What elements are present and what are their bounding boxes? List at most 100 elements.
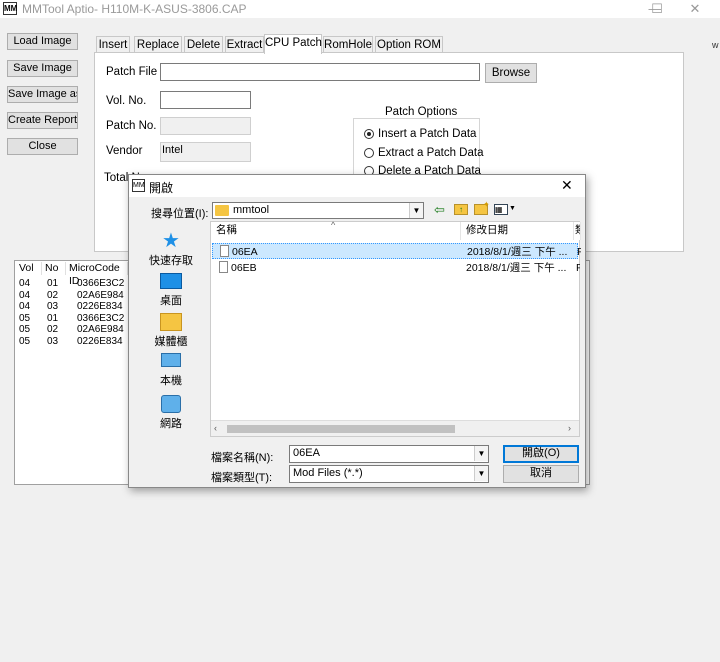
microcode-id-cell: 0366E3C2 — [77, 312, 125, 324]
browse-button[interactable]: Browse — [485, 63, 537, 83]
dialog-close-icon[interactable]: ✕ — [561, 177, 573, 194]
vol-cell: 04 — [19, 278, 31, 289]
patch-no-input — [160, 117, 251, 135]
maximize-button[interactable]: ☐ — [642, 0, 672, 18]
tab-option-rom[interactable]: Option ROM — [375, 36, 443, 53]
file-type: F — [576, 262, 580, 274]
close-window-button[interactable]: ✕ — [680, 0, 710, 18]
place-libraries-label: 媒體櫃 — [154, 336, 188, 348]
create-report-button[interactable]: Create Report — [7, 112, 78, 129]
tab-insert[interactable]: Insert — [96, 36, 130, 53]
col-microcode-header[interactable]: MicroCode ID — [66, 262, 128, 287]
no-cell: 01 — [47, 312, 59, 324]
col-name-header[interactable]: 名稱 — [211, 222, 461, 240]
col-no-header[interactable]: No — [42, 262, 66, 275]
file-icon — [219, 261, 228, 273]
title-bar: MM MMTool Aptio- H110M-K-ASUS-3806.CAP — — [0, 0, 720, 18]
vol-cell: 04 — [19, 301, 31, 313]
dialog-app-icon: MM — [132, 179, 145, 192]
no-cell: 03 — [47, 336, 59, 347]
desktop-icon — [160, 273, 182, 289]
insert-patch-radio[interactable] — [364, 129, 374, 139]
back-arrow-icon[interactable]: ⇦ — [434, 202, 445, 218]
file-row-06eb[interactable]: 06EB 2018/8/1/週三 下午 ... F — [212, 260, 580, 276]
tab-romhole[interactable]: RomHole — [323, 36, 373, 53]
patch-options-title: Patch Options — [382, 106, 461, 118]
filetype-select[interactable]: Mod Files (*.*) — [289, 465, 489, 483]
microcode-id-cell: 0226E834 — [77, 301, 123, 313]
place-desktop[interactable]: 桌面 — [135, 273, 207, 308]
tab-delete[interactable]: Delete — [184, 36, 223, 53]
dialog-title: 開啟 — [149, 181, 174, 195]
filetype-label: 檔案類型(T): — [211, 472, 273, 484]
vendor-label: Vendor — [106, 145, 143, 157]
filename-input[interactable]: 06EA — [289, 445, 489, 463]
folder-icon — [215, 205, 229, 216]
col-date-header[interactable]: 修改日期 — [461, 222, 574, 240]
star-icon: ★ — [162, 230, 180, 252]
dialog-title-bar: MM 開啟 ✕ — [129, 175, 585, 197]
file-name: 06EA — [232, 246, 258, 258]
background-window-edge: w — [712, 40, 719, 50]
scroll-thumb[interactable] — [227, 425, 455, 433]
cancel-button[interactable]: 取消 — [503, 465, 579, 483]
close-button[interactable]: Close — [7, 138, 78, 155]
save-image-button[interactable]: Save Image — [7, 60, 78, 77]
horizontal-scrollbar[interactable]: ‹ › — [211, 420, 579, 436]
vendor-value: Intel — [160, 142, 251, 162]
no-cell: 02 — [47, 324, 59, 336]
lookin-combo[interactable]: mmtool — [212, 202, 424, 219]
file-list[interactable]: 名稱 ^ 修改日期 類 06EA 2018/8/1/週三 下午 ... F 06… — [210, 220, 581, 437]
place-libraries[interactable]: 媒體櫃 — [135, 313, 207, 349]
place-this-pc[interactable]: 本機 — [135, 353, 207, 388]
file-row-06ea[interactable]: 06EA 2018/8/1/週三 下午 ... F — [212, 243, 581, 259]
place-quick-access[interactable]: ★ 快速存取 — [135, 230, 207, 268]
microcode-id-cell: 0366E3C2 — [77, 278, 125, 289]
patch-file-input[interactable] — [160, 63, 480, 81]
col-vol-header[interactable]: Vol — [16, 262, 42, 275]
network-icon — [161, 395, 181, 413]
patch-file-label: Patch File — [106, 66, 158, 78]
open-button[interactable]: 開啟(O) — [503, 445, 579, 463]
load-image-button[interactable]: Load Image — [7, 33, 78, 50]
window-title: MMTool Aptio- H110M-K-ASUS-3806.CAP — [22, 2, 247, 16]
microcode-id-cell: 02A6E984 — [77, 289, 124, 301]
computer-icon — [161, 353, 181, 367]
place-network[interactable]: 網路 — [135, 395, 207, 431]
lookin-value: mmtool — [233, 204, 270, 216]
lookin-label: 搜尋位置(I): — [151, 208, 209, 220]
tab-extract[interactable]: Extract — [225, 36, 264, 53]
filetype-chevron-down-icon[interactable]: ▼ — [474, 466, 488, 481]
view-menu-chevron-down-icon[interactable]: ▼ — [509, 205, 516, 212]
tab-replace[interactable]: Replace — [134, 36, 182, 53]
vol-no-label: Vol. No. — [106, 95, 147, 107]
sort-up-chevron-icon: ^ — [331, 220, 336, 230]
scroll-left-icon[interactable]: ‹ — [214, 423, 217, 433]
vol-cell: 05 — [19, 312, 31, 324]
place-desktop-label: 桌面 — [160, 295, 182, 307]
place-this-pc-label: 本機 — [160, 375, 182, 387]
microcode-id-cell: 0226E834 — [77, 336, 123, 347]
vol-cell: 05 — [19, 336, 31, 347]
file-name: 06EB — [231, 262, 257, 274]
col-type-header[interactable]: 類 — [574, 222, 581, 240]
save-image-as-button[interactable]: Save Image as.. — [7, 86, 78, 103]
up-folder-icon[interactable]: ↑ — [454, 204, 468, 215]
scroll-right-icon[interactable]: › — [568, 423, 571, 433]
insert-patch-label: Insert a Patch Data — [378, 128, 477, 140]
vol-no-input[interactable] — [160, 91, 251, 109]
new-folder-star-icon: ✦ — [483, 200, 490, 209]
lookin-dropdown-chevron-down-icon[interactable]: ▼ — [409, 203, 423, 218]
library-icon — [160, 313, 182, 331]
app-icon: MM — [3, 2, 18, 15]
patch-no-label: Patch No. — [106, 120, 157, 132]
view-menu-icon[interactable]: ▦ — [494, 204, 508, 215]
filename-label: 檔案名稱(N): — [211, 452, 274, 464]
vol-cell: 05 — [19, 324, 31, 336]
tab-cpu-patch[interactable]: CPU Patch — [264, 34, 322, 54]
extract-patch-radio[interactable] — [364, 148, 374, 158]
filename-chevron-down-icon[interactable]: ▼ — [474, 446, 488, 461]
microcode-id-cell: 02A6E984 — [77, 324, 124, 336]
no-cell: 02 — [47, 289, 59, 301]
vol-cell: 04 — [19, 289, 31, 301]
